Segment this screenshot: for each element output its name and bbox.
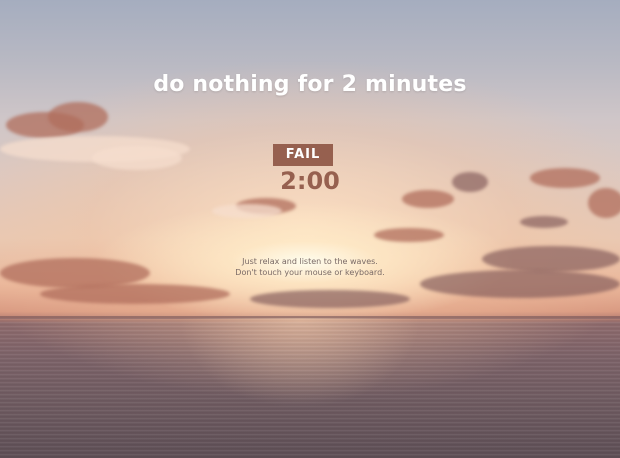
cloud bbox=[40, 284, 230, 304]
cloud bbox=[250, 290, 410, 308]
cloud bbox=[212, 204, 282, 218]
instructions: Just relax and listen to the waves. Don'… bbox=[0, 256, 620, 278]
page-title: do nothing for 2 minutes bbox=[153, 72, 467, 97]
status-badge: FAIL bbox=[273, 144, 333, 166]
instruction-line-1: Just relax and listen to the waves. bbox=[242, 257, 378, 266]
cloud bbox=[48, 102, 108, 132]
cloud bbox=[374, 228, 444, 242]
sunset-ocean-background: do nothing for 2 minutes FAIL 2:00 Just … bbox=[0, 0, 620, 458]
ocean bbox=[0, 318, 620, 458]
cloud bbox=[520, 216, 568, 228]
countdown-timer: 2:00 bbox=[280, 167, 340, 195]
instruction-line-2: Don't touch your mouse or keyboard. bbox=[235, 268, 385, 277]
